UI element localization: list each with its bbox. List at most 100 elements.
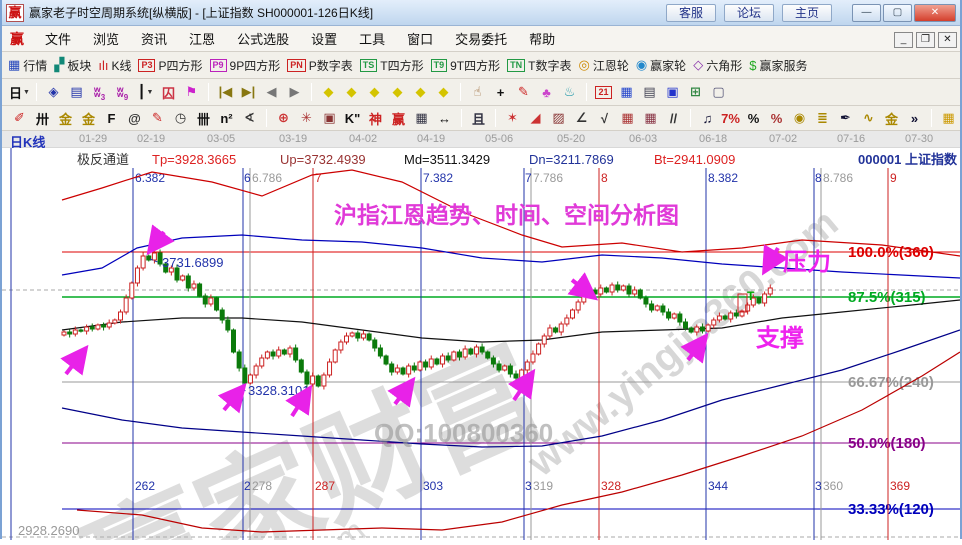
person-box-button[interactable]: 囚	[158, 82, 179, 102]
quotes-button[interactable]: ▦行情	[8, 57, 47, 74]
winner-service-button[interactable]: $赢家服务	[749, 57, 807, 74]
computer-button[interactable]: ▢	[708, 82, 729, 102]
check-line-button[interactable]: √	[594, 108, 615, 128]
minimize-button[interactable]: —	[852, 4, 881, 22]
diamond-cross-button[interactable]: ◆	[387, 82, 408, 102]
titlebar-button-1[interactable]: 论坛	[724, 4, 774, 22]
red-grid-1-button[interactable]: ▦	[617, 108, 638, 128]
gold-wave-button[interactable]: ∿	[858, 108, 879, 128]
zigzag-box-button[interactable]: ◈	[43, 82, 64, 102]
candle-period-dropdown-button[interactable]: 日▼	[9, 82, 30, 102]
spiral-button[interactable]: @	[124, 108, 145, 128]
music-bars-button[interactable]: ♫	[697, 108, 718, 128]
sectors-button[interactable]: ▞板块	[54, 57, 91, 74]
child-close-button[interactable]: ✕	[938, 32, 957, 48]
hexagon-button[interactable]: ◇六角形	[693, 57, 742, 74]
flower-tool-button[interactable]: ♣	[536, 82, 557, 102]
fan-button[interactable]: ◢	[525, 108, 546, 128]
nine-t-square-button[interactable]: T99T四方形	[431, 57, 501, 74]
diamond-star-button[interactable]: ◆	[410, 82, 431, 102]
winner-wheel-button[interactable]: ◉赢家轮	[636, 57, 686, 74]
gann-pen-button[interactable]: ✐	[9, 108, 30, 128]
gold-gate-2-button[interactable]: 金	[78, 108, 99, 128]
maximize-button[interactable]: ▢	[883, 4, 912, 22]
cloud-tool-button[interactable]: ♨	[559, 82, 580, 102]
t-square-button[interactable]: TST四方形	[360, 57, 424, 74]
ying-tool-button[interactable]: 赢	[388, 108, 409, 128]
yellow-grid-button[interactable]: ▦	[938, 108, 959, 128]
trend-pen-button[interactable]: ✎	[147, 108, 168, 128]
gann-wheel-button[interactable]: ◎江恩轮	[578, 57, 628, 74]
menu-item-1[interactable]: 浏览	[82, 29, 130, 50]
fence-2-button[interactable]: 卌	[193, 108, 214, 128]
menu-item-6[interactable]: 工具	[348, 29, 396, 50]
diamond-plus-button[interactable]: ◆	[364, 82, 385, 102]
child-minimize-button[interactable]: _	[894, 32, 913, 48]
candlestick-chart[interactable]: 赢家财富www.yingjia360.comwww.yingjia360.com…	[2, 148, 960, 540]
hand-tool-button[interactable]: ☝	[467, 82, 488, 102]
go-last-button[interactable]: ▶|	[238, 82, 259, 102]
p-number-table-button[interactable]: PNP数字表	[287, 57, 353, 74]
child-restore-button[interactable]: ❐	[916, 32, 935, 48]
gold-gate-1-button[interactable]: 金	[55, 108, 76, 128]
menu-item-0[interactable]: 文件	[34, 29, 82, 50]
titlebar-button-0[interactable]: 客服	[666, 4, 716, 22]
gold-lines-button[interactable]: ≣	[812, 108, 833, 128]
menu-item-3[interactable]: 江恩	[178, 29, 226, 50]
pen-tool-button[interactable]: ✎	[513, 82, 534, 102]
crosshair-tool-button[interactable]: +	[490, 82, 511, 102]
rays-button[interactable]: ✶	[502, 108, 523, 128]
save-plus-button[interactable]: ⊞	[685, 82, 706, 102]
menu-item-4[interactable]: 公式选股	[226, 29, 300, 50]
gold-circle-button[interactable]: ◉	[789, 108, 810, 128]
candle-type-dropdown-button[interactable]: ┃▼	[135, 82, 156, 102]
red-grid-2-button[interactable]: ▦	[640, 108, 661, 128]
go-prev-button[interactable]: ◀	[261, 82, 282, 102]
f-gate-button[interactable]: F	[101, 108, 122, 128]
gold-underline-button[interactable]: 金	[881, 108, 902, 128]
more-tools-button[interactable]: »	[904, 108, 925, 128]
ink-pen-button[interactable]: ✒	[835, 108, 856, 128]
target-circle-button[interactable]: ⊕	[273, 108, 294, 128]
k-quote-button[interactable]: K"	[342, 108, 363, 128]
menu-item-8[interactable]: 交易委托	[444, 29, 518, 50]
percent-line-button[interactable]: %	[766, 108, 787, 128]
go-first-button[interactable]: |◀	[215, 82, 236, 102]
flag-chart-button[interactable]: ⚑	[181, 82, 202, 102]
percent-button[interactable]: %	[743, 108, 764, 128]
menu-item-5[interactable]: 设置	[300, 29, 348, 50]
menu-item-9[interactable]: 帮助	[518, 29, 566, 50]
menu-item-2[interactable]: 资讯	[130, 29, 178, 50]
p-square-button[interactable]: P3P四方形	[138, 57, 202, 74]
kline-button[interactable]: ılıK线	[98, 57, 131, 74]
titlebar-button-2[interactable]: 主页	[782, 4, 832, 22]
calculator-button[interactable]: ▦	[616, 82, 637, 102]
diamond-left-button[interactable]: ◆	[318, 82, 339, 102]
t-number-table-button[interactable]: TNT数字表	[507, 57, 571, 74]
seven-percent-button[interactable]: 7%	[720, 108, 741, 128]
parallel-lines-button[interactable]: //	[663, 108, 684, 128]
notebook-button[interactable]: ▤	[639, 82, 660, 102]
width-measure-button[interactable]: ↔	[434, 108, 455, 128]
bars-9-button[interactable]: ʬ9	[112, 82, 133, 102]
close-button[interactable]: ✕	[914, 4, 956, 22]
go-next-button[interactable]: ▶	[284, 82, 305, 102]
calendar-21-button[interactable]: 21	[593, 82, 614, 102]
diag-box-button[interactable]: ▨	[548, 108, 569, 128]
diamond-move-button[interactable]: ◆	[433, 82, 454, 102]
pattern-box-button[interactable]: ▣	[319, 108, 340, 128]
gann-fence-button[interactable]: 卅	[32, 108, 53, 128]
diamond-right-button[interactable]: ◆	[341, 82, 362, 102]
shen-tool-button[interactable]: 神	[365, 108, 386, 128]
bars-3-button[interactable]: ʬ3	[89, 82, 110, 102]
n-square-button[interactable]: n²	[216, 108, 237, 128]
angle-ruler-button[interactable]: ∢	[239, 108, 260, 128]
nine-p-square-button[interactable]: P99P四方形	[210, 57, 281, 74]
grid-125-button[interactable]: ▦	[411, 108, 432, 128]
info-note-button[interactable]: ▤	[66, 82, 87, 102]
menu-item-7[interactable]: 窗口	[396, 29, 444, 50]
trend-lines-button[interactable]: ∠	[571, 108, 592, 128]
box-tool-button[interactable]: 且	[468, 108, 489, 128]
save-disk-button[interactable]: ▣	[662, 82, 683, 102]
time-circle-button[interactable]: ◷	[170, 108, 191, 128]
